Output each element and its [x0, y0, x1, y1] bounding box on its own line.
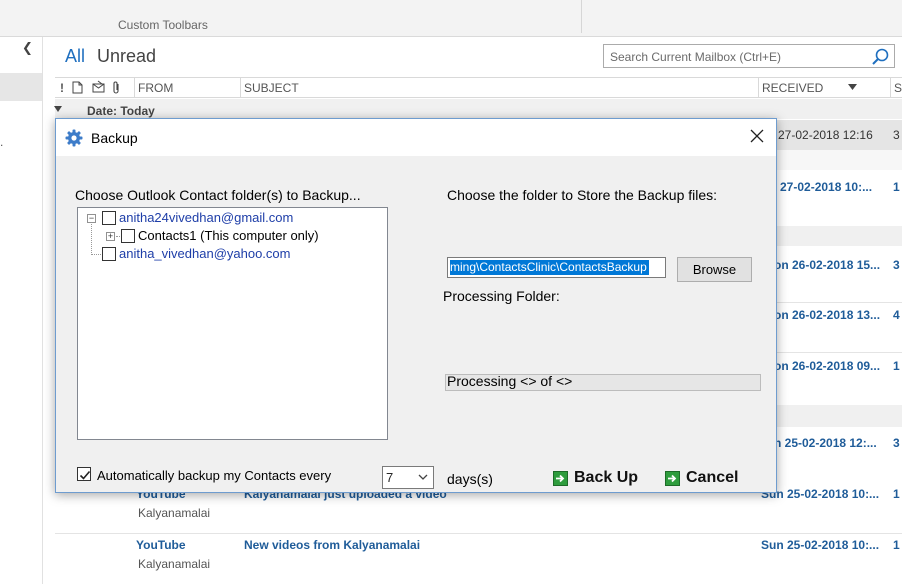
- mail-sender: Kalyanamalai: [138, 557, 211, 571]
- received-date: n 25-02-2018 12:...: [774, 436, 877, 450]
- reminder-flag-icon[interactable]: [92, 80, 106, 94]
- row-divider: [755, 302, 902, 303]
- collapse-pane-icon[interactable]: ❮: [22, 40, 33, 56]
- back-up-label: Back Up: [574, 469, 639, 486]
- processing-folder-label: Processing Folder:: [443, 288, 560, 304]
- dialog-body: Choose Outlook Contact folder(s) to Back…: [56, 156, 776, 492]
- days-value: 7: [386, 470, 394, 485]
- tree-node-gmail[interactable]: anitha24vivedhan@gmail.com: [119, 210, 293, 225]
- backup-dialog: Backup Choose Outlook Contact folder(s) …: [55, 118, 777, 493]
- browse-button[interactable]: Browse: [677, 257, 752, 282]
- column-divider: [240, 78, 241, 98]
- document-icon[interactable]: [72, 81, 83, 94]
- size-value: 1: [893, 538, 900, 552]
- received-date: Sun 25-02-2018 10:...: [761, 538, 880, 552]
- size-value: 3: [893, 128, 900, 142]
- tree-connector: [91, 224, 92, 255]
- ribbon: Custom Toolbars: [0, 0, 902, 37]
- folder-checkbox[interactable]: [102, 247, 116, 261]
- date-group-header[interactable]: Date: Today: [54, 99, 902, 119]
- size-column[interactable]: S: [894, 81, 902, 95]
- mail-sender: Kalyanamalai: [138, 506, 211, 520]
- ribbon-group-label: Custom Toolbars: [118, 18, 208, 32]
- close-icon[interactable]: [748, 127, 766, 145]
- importance-column[interactable]: !: [60, 81, 64, 95]
- attachment-icon[interactable]: [112, 81, 121, 95]
- row-divider: [755, 352, 902, 353]
- subject-column[interactable]: SUBJECT: [244, 81, 299, 95]
- size-value: 3: [893, 258, 900, 272]
- received-column[interactable]: RECEIVED: [762, 81, 823, 95]
- folder-pane-dot: .: [0, 135, 4, 149]
- arrow-right-icon: [665, 471, 680, 486]
- column-divider: [134, 78, 135, 98]
- size-value: 1: [893, 180, 900, 194]
- date-group-label: Date: Today: [87, 104, 155, 118]
- selected-folder[interactable]: [0, 73, 42, 101]
- received-date: e 27-02-2018 10:...: [770, 180, 873, 194]
- collapse-node-icon[interactable]: −: [87, 214, 96, 223]
- received-date: e 27-02-2018 12:16: [768, 128, 873, 142]
- row-gap: [755, 226, 902, 246]
- backup-path-value: ming\ContactsClinic\ContactsBackup: [450, 260, 649, 275]
- auto-backup-checkbox[interactable]: [77, 467, 91, 481]
- auto-backup-label: Automatically backup my Contacts every: [97, 468, 332, 483]
- arrow-right-icon: [553, 471, 568, 486]
- column-divider: [758, 78, 759, 98]
- row-gap: [755, 405, 902, 427]
- column-divider: [890, 78, 891, 98]
- ribbon-separator: [581, 0, 582, 33]
- size-value: 1: [893, 487, 900, 501]
- size-value: 3: [893, 436, 900, 450]
- received-date: on 26-02-2018 13...: [774, 308, 881, 322]
- tree-node-yahoo[interactable]: anitha_vivedhan@yahoo.com: [119, 246, 290, 261]
- back-up-button[interactable]: Back Up: [553, 469, 643, 491]
- filter-unread[interactable]: Unread: [97, 46, 156, 67]
- cancel-label: Cancel: [686, 469, 739, 486]
- size-value: 4: [893, 308, 900, 322]
- chevron-down-icon: [418, 474, 428, 480]
- sort-descending-icon[interactable]: [848, 84, 857, 90]
- checkmark-icon: [79, 470, 91, 480]
- expand-node-icon[interactable]: +: [106, 232, 115, 241]
- search-input[interactable]: Search Current Mailbox (Ctrl+E): [603, 44, 895, 68]
- received-date: Sun 25-02-2018 10:...: [761, 487, 880, 501]
- dialog-title-bar[interactable]: Backup: [56, 119, 776, 156]
- backup-path-input[interactable]: ming\ContactsClinic\ContactsBackup: [447, 257, 666, 278]
- search-placeholder: Search Current Mailbox (Ctrl+E): [610, 50, 782, 64]
- mail-subject[interactable]: New videos from Kalyanamalai: [244, 538, 420, 552]
- row-divider: [55, 533, 902, 534]
- folder-checkbox[interactable]: [121, 229, 135, 243]
- search-icon[interactable]: [870, 47, 890, 67]
- tree-connector: [91, 254, 101, 255]
- contact-folder-tree[interactable]: − anitha24vivedhan@gmail.com + Contacts1…: [77, 207, 388, 440]
- received-date: on 26-02-2018 15...: [774, 258, 881, 272]
- cancel-button[interactable]: Cancel: [665, 469, 745, 491]
- days-unit-label: days(s): [447, 471, 493, 487]
- from-column[interactable]: FROM: [138, 81, 173, 95]
- gear-icon: [65, 129, 83, 147]
- mail-from[interactable]: YouTube: [136, 538, 186, 552]
- row-gap: [755, 150, 902, 170]
- filter-all[interactable]: All: [65, 46, 85, 67]
- days-select[interactable]: 7: [382, 466, 434, 489]
- folder-pane: ❮ .: [0, 37, 43, 584]
- processing-status: Processing <> of <>: [447, 373, 573, 389]
- choose-contacts-label: Choose Outlook Contact folder(s) to Back…: [75, 187, 361, 203]
- collapse-group-icon[interactable]: [54, 106, 62, 112]
- column-header-row: ! FROM SUBJECT RECEIVED S: [55, 77, 902, 98]
- received-date: on 26-02-2018 09...: [774, 359, 881, 373]
- dialog-title: Backup: [91, 130, 138, 146]
- size-value: 1: [893, 359, 900, 373]
- choose-folder-label: Choose the folder to Store the Backup fi…: [447, 187, 718, 203]
- tree-node-contacts1[interactable]: Contacts1 (This computer only): [138, 228, 319, 243]
- folder-checkbox[interactable]: [102, 211, 116, 225]
